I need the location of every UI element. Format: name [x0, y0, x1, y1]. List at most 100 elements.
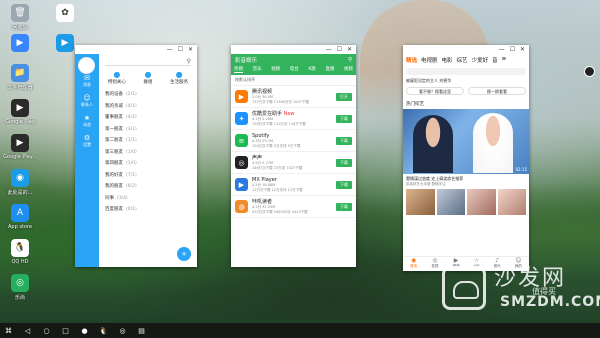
minimize-button[interactable]: —: [167, 45, 173, 54]
taskbar-button[interactable]: ▤: [137, 326, 146, 335]
taskbar-button[interactable]: ◎: [118, 326, 127, 335]
floating-assist-button[interactable]: [584, 66, 595, 77]
featured-video[interactable]: 02:15: [403, 109, 529, 174]
search-icon[interactable]: ⚲: [348, 57, 352, 63]
list-item[interactable]: ≡ Spotify 4.3分 29.7M 104万次下载 5万次评 9万下载 下载: [231, 130, 356, 152]
sidebar-item[interactable]: ✉ 消息: [75, 74, 99, 88]
refresh-button[interactable]: 换一换看看: [468, 87, 526, 95]
app-icon: ▶: [235, 90, 248, 103]
list-item[interactable]: ▶ 腾讯视频 3.0分 38.0M 737万次下载 11380万次 1007下载 打开: [231, 86, 356, 108]
desktop-shortcut[interactable]: ◉ 此处是的...: [0, 169, 40, 196]
tab[interactable]: 电台: [290, 66, 299, 73]
thumbnail[interactable]: [406, 189, 435, 215]
add-button[interactable]: +: [177, 247, 191, 261]
download-button[interactable]: 下载: [336, 136, 352, 145]
list-item[interactable]: 我的好友 (7/1): [105, 172, 197, 184]
download-button[interactable]: 打开: [336, 92, 352, 101]
list-item[interactable]: 第四朋友 (1/0): [105, 160, 197, 172]
group-count: (7/1): [126, 172, 137, 178]
desktop-shortcut[interactable]: ▶: [0, 34, 40, 54]
app-icon: ✿: [56, 4, 74, 22]
thumbnail[interactable]: [497, 189, 526, 215]
download-button[interactable]: 下载: [336, 180, 352, 189]
quick-action[interactable]: ● 群组: [143, 70, 152, 85]
download-button[interactable]: 下载: [336, 114, 352, 123]
taskbar-button[interactable]: ◁: [23, 326, 32, 335]
list-item[interactable]: ◍ 咔叽读者 4.2分 32.03M 515万次下载 548535分 4425下载 下载: [231, 196, 356, 218]
list-item[interactable]: 我的亲戚 (4/1): [105, 103, 197, 115]
desktop-shortcut[interactable]: 🗑 回收站: [0, 4, 40, 31]
sort-label[interactable]: 按默认排序: [231, 75, 356, 86]
store-header: 影音娱乐 ⚲ 热销 音乐 视频 电台 K歌 直播 视频: [231, 54, 356, 75]
tab[interactable]: 综艺: [457, 56, 468, 64]
tab[interactable]: ≡: [502, 56, 507, 64]
list-item[interactable]: 我的设备 (2/1): [105, 91, 197, 103]
desktop-shortcut[interactable]: 🐧 QQ HD: [0, 239, 40, 265]
desktop-shortcut[interactable]: A App store: [0, 204, 40, 230]
app-info: MX Player 4.5分 18.08M 12万次下载 12万次评 12万下载: [252, 177, 336, 193]
video-person-right: [473, 113, 513, 173]
close-button[interactable]: ✕: [347, 45, 352, 54]
app-info: 咔叽读者 4.2分 32.03M 515万次下载 548535分 4425下载: [252, 198, 336, 215]
list-item[interactable]: 第一朋友 (3/1): [105, 126, 197, 138]
tab[interactable]: 少爱好: [472, 56, 489, 64]
tab[interactable]: K歌: [308, 66, 315, 73]
tab[interactable]: 电影: [442, 56, 453, 64]
thumbnail[interactable]: [467, 189, 496, 215]
desktop-shortcut[interactable]: ◎ 乐尚: [0, 274, 40, 301]
thumbnail[interactable]: [436, 189, 465, 215]
sidebar-item[interactable]: ★ 动态: [75, 114, 99, 128]
list-item[interactable]: 第二朋友 (1/1): [105, 137, 197, 149]
tab[interactable]: 热销: [234, 66, 243, 73]
taskbar-button[interactable]: ●: [80, 326, 89, 335]
minimize-button[interactable]: —: [499, 45, 505, 54]
sidebar-item[interactable]: ⚙ 设置: [75, 134, 99, 148]
search-input[interactable]: [406, 68, 526, 75]
quick-action[interactable]: ● 特别关心: [108, 70, 126, 85]
tab[interactable]: 视频: [271, 66, 280, 73]
taskbar-button[interactable]: ⌘: [4, 326, 13, 335]
desktop-shortcut[interactable]: 📁 文件管理器: [0, 64, 40, 91]
group-count: (6/2): [126, 184, 137, 189]
tab[interactable]: 电视剧: [421, 56, 438, 64]
nav-item[interactable]: ◎ 发现: [431, 257, 438, 271]
taskbar-button[interactable]: □: [61, 326, 70, 335]
list-item[interactable]: 我的朋友 (6/2): [105, 183, 197, 195]
maximize-button[interactable]: ☐: [510, 45, 515, 54]
download-button[interactable]: 下载: [336, 158, 352, 167]
minimize-button[interactable]: —: [326, 45, 332, 54]
sidebar-item[interactable]: ☺ 联系人: [75, 94, 99, 108]
tab[interactable]: 精选: [406, 56, 417, 64]
list-item[interactable]: 同事 (3/4): [105, 195, 197, 207]
maximize-button[interactable]: ☐: [337, 45, 342, 54]
desktop-shortcut[interactable]: ▶ Google Play: [0, 99, 40, 125]
close-button[interactable]: ✕: [520, 45, 525, 54]
tab[interactable]: 视频: [344, 66, 353, 73]
list-item[interactable]: ◎ 声声 4.5分 5.27M 146万次下载 23万次 7427下载 下载: [231, 152, 356, 174]
list-item[interactable]: ✦ 优酷爱在助手 New 4.1分 2.28M 126万次下载 110万次 116万下…: [231, 108, 356, 130]
avatar[interactable]: [78, 57, 95, 74]
headline[interactable]: 被疑犯设定的主人 刘德华: [403, 77, 529, 85]
close-button[interactable]: ✕: [188, 45, 193, 54]
tab[interactable]: 直播: [325, 66, 334, 73]
recommend-button[interactable]: 看不够？搜看这里: [406, 87, 464, 95]
download-button[interactable]: 下载: [336, 202, 352, 211]
quick-action[interactable]: ● 生活服务: [170, 70, 188, 85]
taskbar-button[interactable]: 🐧: [99, 326, 108, 335]
tab[interactable]: 音乐: [253, 66, 262, 73]
search-icon[interactable]: ⚲: [105, 58, 191, 66]
list-item[interactable]: 百度朋友 (0/1): [105, 206, 197, 218]
tab[interactable]: 音: [492, 56, 498, 64]
desktop-shortcut-label: App store: [7, 224, 32, 230]
list-item[interactable]: 第三朋友 (1/0): [105, 149, 197, 161]
app-icon: ▶: [11, 34, 29, 52]
nav-item[interactable]: ◉ 首页: [410, 257, 417, 271]
desktop-shortcut[interactable]: ✿: [45, 4, 85, 24]
list-item[interactable]: 董事朋友 (4/2): [105, 114, 197, 126]
group-count: (2/1): [126, 92, 137, 97]
video-title[interactable]: 窦情谋过态度 史上搞笑综艺推荐: [403, 174, 529, 182]
list-item[interactable]: ▶ MX Player 4.5分 18.08M 12万次下载 12万次评 12万下载下…: [231, 174, 356, 196]
maximize-button[interactable]: ☐: [178, 45, 183, 54]
taskbar-button[interactable]: ○: [42, 326, 51, 335]
desktop-shortcut[interactable]: ▶ Google Play...: [0, 134, 40, 160]
